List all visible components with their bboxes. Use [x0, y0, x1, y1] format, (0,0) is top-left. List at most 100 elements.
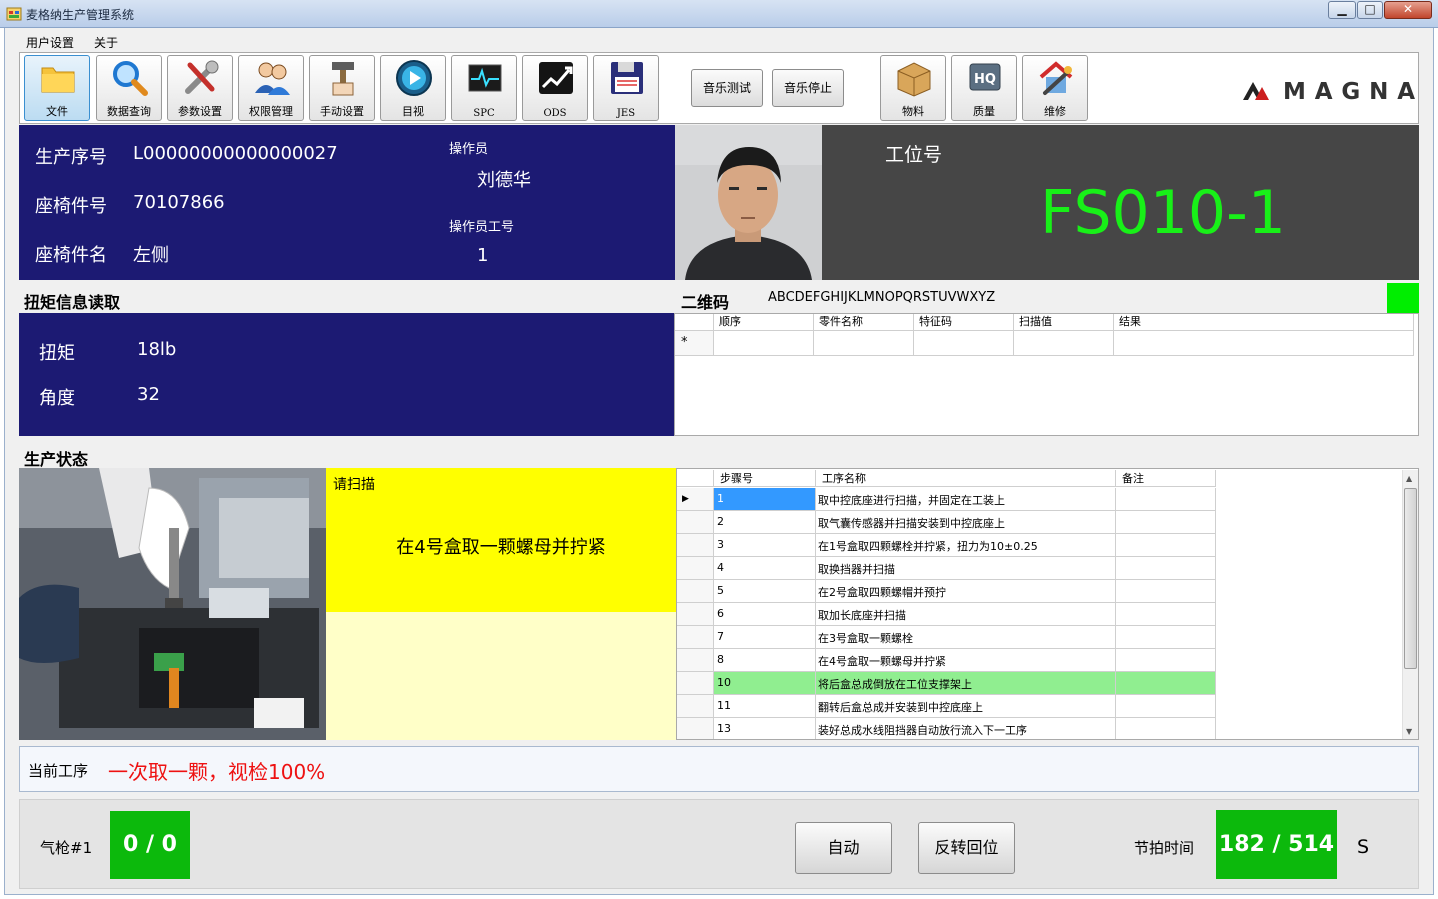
- steps-col-name[interactable]: 工序名称: [816, 470, 1116, 487]
- material-button[interactable]: 物料: [880, 55, 946, 121]
- qr-col-order[interactable]: 顺序: [714, 314, 814, 331]
- menu-user-settings[interactable]: 用户设置: [26, 34, 74, 51]
- step-row[interactable]: 5 在2号盒取四颗螺帽并预拧: [677, 580, 1217, 603]
- step-note-cell[interactable]: [1116, 603, 1216, 626]
- step-row[interactable]: 2 取气囊传感器并扫描安装到中控底座上: [677, 511, 1217, 534]
- part-no-label: 座椅件号: [35, 196, 107, 217]
- reverse-reset-button[interactable]: 反转回位: [918, 822, 1015, 874]
- step-name-cell[interactable]: 在1号盒取四颗螺栓并拧紧，扭力为10±0.25: [816, 534, 1116, 557]
- param-settings-button[interactable]: 参数设置: [167, 55, 233, 121]
- row-header[interactable]: [677, 695, 714, 718]
- step-row[interactable]: 6 取加长底座并扫描: [677, 603, 1217, 626]
- row-header[interactable]: [677, 626, 714, 649]
- step-note-cell[interactable]: [1116, 534, 1216, 557]
- step-note-cell[interactable]: [1116, 718, 1216, 739]
- spc-button[interactable]: SPC: [451, 55, 517, 121]
- step-name-cell[interactable]: 取中控底座进行扫描，并固定在工装上: [816, 488, 1116, 511]
- step-no-cell[interactable]: 8: [714, 649, 816, 672]
- scroll-down-arrow-icon[interactable]: ▼: [1406, 727, 1412, 736]
- minimize-button[interactable]: ▁: [1328, 1, 1356, 19]
- row-header[interactable]: [677, 718, 714, 739]
- scroll-thumb[interactable]: [1404, 488, 1417, 669]
- step-name-cell[interactable]: 在3号盒取一颗螺栓: [816, 626, 1116, 649]
- step-row[interactable]: 13 装好总成水线阻挡器自动放行流入下一工序: [677, 718, 1217, 739]
- scroll-up-arrow-icon[interactable]: ▲: [1406, 474, 1412, 483]
- qr-col-feature-code[interactable]: 特征码: [914, 314, 1014, 331]
- step-note-cell[interactable]: [1116, 580, 1216, 603]
- qr-new-cell-feature-code[interactable]: [914, 331, 1014, 356]
- step-no-cell[interactable]: 4: [714, 557, 816, 580]
- qr-section-title: 二维码: [681, 293, 730, 312]
- visual-button[interactable]: 目视: [380, 55, 446, 121]
- step-name-cell[interactable]: 取气囊传感器并扫描安装到中控底座上: [816, 511, 1116, 534]
- qr-new-cell-part-name[interactable]: [814, 331, 914, 356]
- step-no-cell[interactable]: 5: [714, 580, 816, 603]
- step-row[interactable]: 4 取换挡器并扫描: [677, 557, 1217, 580]
- step-name-cell[interactable]: 翻转后盒总成并安装到中控底座上: [816, 695, 1116, 718]
- step-no-cell[interactable]: 6: [714, 603, 816, 626]
- row-header[interactable]: [677, 534, 714, 557]
- music-stop-button[interactable]: 音乐停止: [772, 69, 844, 107]
- step-row[interactable]: 3 在1号盒取四颗螺栓并拧紧，扭力为10±0.25: [677, 534, 1217, 557]
- row-header[interactable]: [677, 603, 714, 626]
- step-no-cell[interactable]: 2: [714, 511, 816, 534]
- auto-button[interactable]: 自动: [795, 822, 892, 874]
- step-name-cell[interactable]: 取加长底座并扫描: [816, 603, 1116, 626]
- serial-label: 生产序号: [35, 147, 107, 168]
- step-name-cell[interactable]: 装好总成水线阻挡器自动放行流入下一工序: [816, 718, 1116, 739]
- file-button[interactable]: 文件: [24, 55, 90, 121]
- menu-bar: [10, 30, 1430, 50]
- data-query-button[interactable]: 数据查询: [96, 55, 162, 121]
- steps-scrollbar[interactable]: ▲ ▼: [1402, 470, 1418, 739]
- step-note-cell[interactable]: [1116, 511, 1216, 534]
- row-header[interactable]: ▶: [677, 488, 714, 511]
- step-note-cell[interactable]: [1116, 626, 1216, 649]
- step-no-cell[interactable]: 11: [714, 695, 816, 718]
- row-header[interactable]: [677, 511, 714, 534]
- steps-grid-corner: [677, 470, 714, 487]
- qr-new-cell-order[interactable]: [714, 331, 814, 356]
- repair-button[interactable]: 维修: [1022, 55, 1088, 121]
- step-note-cell[interactable]: [1116, 672, 1216, 695]
- qr-col-result[interactable]: 结果: [1114, 314, 1414, 331]
- music-test-button[interactable]: 音乐测试: [691, 69, 763, 107]
- step-no-cell[interactable]: 3: [714, 534, 816, 557]
- step-name-cell[interactable]: 在2号盒取四颗螺帽并预拧: [816, 580, 1116, 603]
- close-button[interactable]: ✕: [1384, 1, 1432, 19]
- qr-new-cell-scan-value[interactable]: [1014, 331, 1114, 356]
- steps-grid[interactable]: 步骤号 工序名称 备注 ▶ 1 取中控底座进行扫描，并固定在工装上 2 取气囊传感器并扫…: [676, 468, 1419, 740]
- step-no-cell[interactable]: 1: [714, 488, 816, 511]
- row-header[interactable]: [677, 557, 714, 580]
- operator-id-label: 操作员工号: [449, 220, 515, 235]
- step-row[interactable]: ▶ 1 取中控底座进行扫描，并固定在工装上: [677, 488, 1217, 511]
- qr-new-cell-result[interactable]: [1114, 331, 1414, 356]
- step-no-cell[interactable]: 7: [714, 626, 816, 649]
- step-note-cell[interactable]: [1116, 649, 1216, 672]
- maximize-button[interactable]: □: [1357, 1, 1383, 19]
- jes-button[interactable]: JES: [593, 55, 659, 121]
- qr-col-scan-value[interactable]: 扫描值: [1014, 314, 1114, 331]
- row-header[interactable]: [677, 672, 714, 695]
- step-row[interactable]: 10 将后盒总成倒放在工位支撑架上: [677, 672, 1217, 695]
- permission-button[interactable]: 权限管理: [238, 55, 304, 121]
- step-note-cell[interactable]: [1116, 695, 1216, 718]
- step-no-cell[interactable]: 13: [714, 718, 816, 739]
- step-note-cell[interactable]: [1116, 557, 1216, 580]
- step-name-cell[interactable]: 取换挡器并扫描: [816, 557, 1116, 580]
- menu-about[interactable]: 关于: [94, 34, 118, 51]
- steps-col-no[interactable]: 步骤号: [714, 470, 816, 487]
- row-header[interactable]: [677, 580, 714, 603]
- step-no-cell[interactable]: 10: [714, 672, 816, 695]
- steps-col-note[interactable]: 备注: [1116, 470, 1216, 487]
- step-note-cell[interactable]: [1116, 488, 1216, 511]
- step-name-cell[interactable]: 将后盒总成倒放在工位支撑架上: [816, 672, 1116, 695]
- step-row[interactable]: 7 在3号盒取一颗螺栓: [677, 626, 1217, 649]
- step-name-cell[interactable]: 在4号盒取一颗螺母并拧紧: [816, 649, 1116, 672]
- ods-button[interactable]: ODS: [522, 55, 588, 121]
- quality-button[interactable]: HQ 质量: [951, 55, 1017, 121]
- manual-settings-button[interactable]: 手动设置: [309, 55, 375, 121]
- step-row[interactable]: 8 在4号盒取一颗螺母并拧紧: [677, 649, 1217, 672]
- qr-col-part-name[interactable]: 零件名称: [814, 314, 914, 331]
- row-header[interactable]: [677, 649, 714, 672]
- step-row[interactable]: 11 翻转后盒总成并安装到中控底座上: [677, 695, 1217, 718]
